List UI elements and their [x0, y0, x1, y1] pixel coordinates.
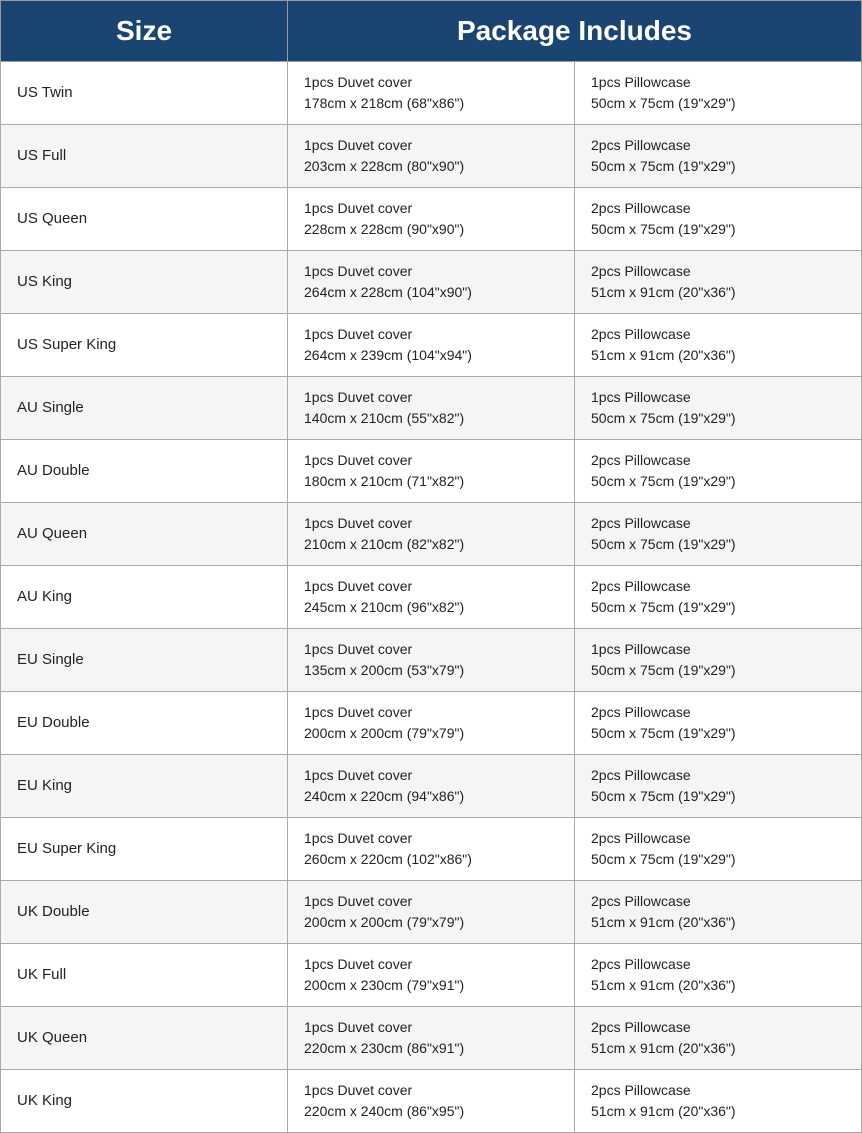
- pillowcase-cell: 2pcs Pillowcase50cm x 75cm (19"x29"): [575, 503, 862, 566]
- pillowcase-cell: 1pcs Pillowcase50cm x 75cm (19"x29"): [575, 629, 862, 692]
- size-cell: US Super King: [1, 314, 288, 377]
- pillowcase-cell: 2pcs Pillowcase50cm x 75cm (19"x29"): [575, 440, 862, 503]
- cover-cell: 1pcs Duvet cover200cm x 200cm (79"x79"): [288, 692, 575, 755]
- size-cell: AU Single: [1, 377, 288, 440]
- table-row: UK King1pcs Duvet cover220cm x 240cm (86…: [1, 1070, 862, 1133]
- table-row: EU King1pcs Duvet cover240cm x 220cm (94…: [1, 755, 862, 818]
- table-row: EU Super King1pcs Duvet cover260cm x 220…: [1, 818, 862, 881]
- size-cell: UK Queen: [1, 1007, 288, 1070]
- pillowcase-cell: 2pcs Pillowcase50cm x 75cm (19"x29"): [575, 755, 862, 818]
- cover-cell: 1pcs Duvet cover220cm x 230cm (86"x91"): [288, 1007, 575, 1070]
- cover-cell: 1pcs Duvet cover240cm x 220cm (94"x86"): [288, 755, 575, 818]
- pillowcase-cell: 2pcs Pillowcase51cm x 91cm (20"x36"): [575, 881, 862, 944]
- table-row: US Full1pcs Duvet cover203cm x 228cm (80…: [1, 125, 862, 188]
- header-size: Size: [1, 1, 288, 62]
- size-chart-table: Size Package Includes US Twin1pcs Duvet …: [0, 0, 862, 1133]
- cover-cell: 1pcs Duvet cover200cm x 200cm (79"x79"): [288, 881, 575, 944]
- cover-cell: 1pcs Duvet cover264cm x 228cm (104"x90"): [288, 251, 575, 314]
- pillowcase-cell: 2pcs Pillowcase50cm x 75cm (19"x29"): [575, 818, 862, 881]
- table-row: UK Queen1pcs Duvet cover220cm x 230cm (8…: [1, 1007, 862, 1070]
- cover-cell: 1pcs Duvet cover264cm x 239cm (104"x94"): [288, 314, 575, 377]
- cover-cell: 1pcs Duvet cover245cm x 210cm (96"x82"): [288, 566, 575, 629]
- size-cell: AU Double: [1, 440, 288, 503]
- pillowcase-cell: 1pcs Pillowcase50cm x 75cm (19"x29"): [575, 62, 862, 125]
- table-row: EU Double1pcs Duvet cover200cm x 200cm (…: [1, 692, 862, 755]
- pillowcase-cell: 2pcs Pillowcase51cm x 91cm (20"x36"): [575, 944, 862, 1007]
- table-row: UK Double1pcs Duvet cover200cm x 200cm (…: [1, 881, 862, 944]
- table-row: US Super King1pcs Duvet cover264cm x 239…: [1, 314, 862, 377]
- cover-cell: 1pcs Duvet cover220cm x 240cm (86"x95"): [288, 1070, 575, 1133]
- size-cell: US Queen: [1, 188, 288, 251]
- table-row: US Twin1pcs Duvet cover178cm x 218cm (68…: [1, 62, 862, 125]
- pillowcase-cell: 2pcs Pillowcase50cm x 75cm (19"x29"): [575, 125, 862, 188]
- size-cell: EU Double: [1, 692, 288, 755]
- cover-cell: 1pcs Duvet cover260cm x 220cm (102"x86"): [288, 818, 575, 881]
- size-cell: UK Full: [1, 944, 288, 1007]
- cover-cell: 1pcs Duvet cover210cm x 210cm (82"x82"): [288, 503, 575, 566]
- pillowcase-cell: 2pcs Pillowcase50cm x 75cm (19"x29"): [575, 566, 862, 629]
- size-cell: US King: [1, 251, 288, 314]
- pillowcase-cell: 2pcs Pillowcase51cm x 91cm (20"x36"): [575, 314, 862, 377]
- table-row: AU Double1pcs Duvet cover180cm x 210cm (…: [1, 440, 862, 503]
- table-row: AU Single1pcs Duvet cover140cm x 210cm (…: [1, 377, 862, 440]
- size-cell: AU Queen: [1, 503, 288, 566]
- cover-cell: 1pcs Duvet cover203cm x 228cm (80"x90"): [288, 125, 575, 188]
- size-cell: AU King: [1, 566, 288, 629]
- cover-cell: 1pcs Duvet cover135cm x 200cm (53"x79"): [288, 629, 575, 692]
- cover-cell: 1pcs Duvet cover178cm x 218cm (68"x86"): [288, 62, 575, 125]
- table-row: US King1pcs Duvet cover264cm x 228cm (10…: [1, 251, 862, 314]
- size-cell: UK Double: [1, 881, 288, 944]
- table-row: AU King1pcs Duvet cover245cm x 210cm (96…: [1, 566, 862, 629]
- table-row: US Queen1pcs Duvet cover228cm x 228cm (9…: [1, 188, 862, 251]
- size-cell: UK King: [1, 1070, 288, 1133]
- size-cell: EU Super King: [1, 818, 288, 881]
- pillowcase-cell: 2pcs Pillowcase51cm x 91cm (20"x36"): [575, 1070, 862, 1133]
- cover-cell: 1pcs Duvet cover228cm x 228cm (90"x90"): [288, 188, 575, 251]
- pillowcase-cell: 2pcs Pillowcase51cm x 91cm (20"x36"): [575, 1007, 862, 1070]
- cover-cell: 1pcs Duvet cover180cm x 210cm (71"x82"): [288, 440, 575, 503]
- size-cell: US Twin: [1, 62, 288, 125]
- pillowcase-cell: 2pcs Pillowcase50cm x 75cm (19"x29"): [575, 692, 862, 755]
- cover-cell: 1pcs Duvet cover140cm x 210cm (55"x82"): [288, 377, 575, 440]
- pillowcase-cell: 2pcs Pillowcase51cm x 91cm (20"x36"): [575, 251, 862, 314]
- size-cell: EU King: [1, 755, 288, 818]
- pillowcase-cell: 2pcs Pillowcase50cm x 75cm (19"x29"): [575, 188, 862, 251]
- header-package-includes: Package Includes: [288, 1, 862, 62]
- cover-cell: 1pcs Duvet cover200cm x 230cm (79"x91"): [288, 944, 575, 1007]
- size-cell: EU Single: [1, 629, 288, 692]
- size-chart-container: Size Package Includes US Twin1pcs Duvet …: [0, 0, 862, 1133]
- table-row: AU Queen1pcs Duvet cover210cm x 210cm (8…: [1, 503, 862, 566]
- size-cell: US Full: [1, 125, 288, 188]
- table-row: EU Single1pcs Duvet cover135cm x 200cm (…: [1, 629, 862, 692]
- pillowcase-cell: 1pcs Pillowcase50cm x 75cm (19"x29"): [575, 377, 862, 440]
- table-row: UK Full1pcs Duvet cover200cm x 230cm (79…: [1, 944, 862, 1007]
